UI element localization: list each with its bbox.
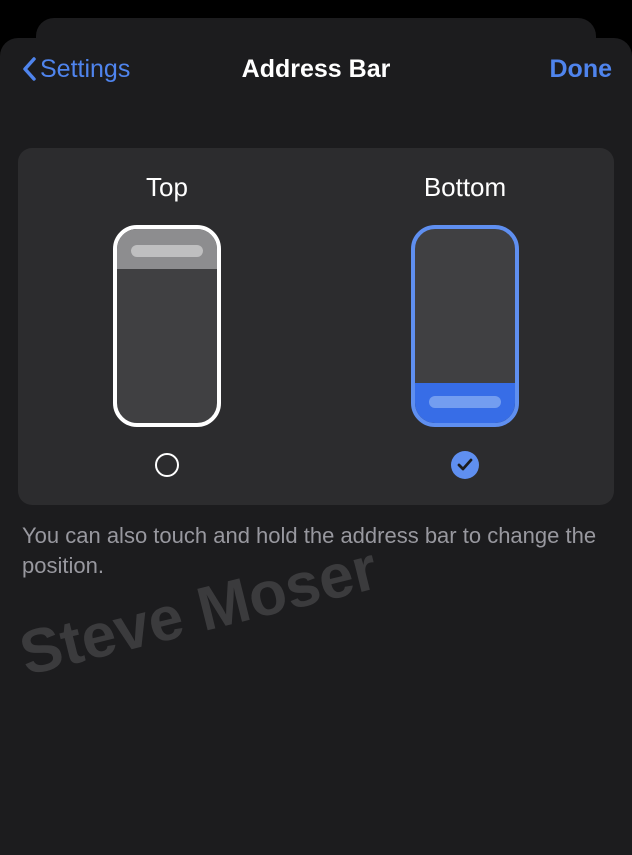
radio-selected-icon [451,451,479,479]
option-bottom[interactable]: Bottom [411,172,519,479]
phone-mockup-top-icon [113,225,221,427]
back-button-label: Settings [40,55,130,84]
option-top[interactable]: Top [113,172,221,479]
option-bottom-label: Bottom [424,172,506,203]
navigation-bar: Settings Address Bar Done [0,38,632,100]
address-bar-position-panel: Top Bottom [18,148,614,505]
radio-unselected-icon [155,453,179,477]
option-top-label: Top [146,172,188,203]
footer-description: You can also touch and hold the address … [18,505,614,580]
settings-sheet: Settings Address Bar Done Top Bottom [0,38,632,855]
content-area: Top Bottom [0,100,632,580]
radio-top[interactable] [153,451,181,479]
page-title: Address Bar [242,55,391,84]
address-pill-top [131,245,203,257]
radio-bottom[interactable] [451,451,479,479]
address-pill-bottom [429,396,501,408]
chevron-left-icon [20,55,38,83]
done-button[interactable]: Done [550,55,613,84]
phone-mockup-bottom-icon [411,225,519,427]
back-button[interactable]: Settings [20,55,130,84]
